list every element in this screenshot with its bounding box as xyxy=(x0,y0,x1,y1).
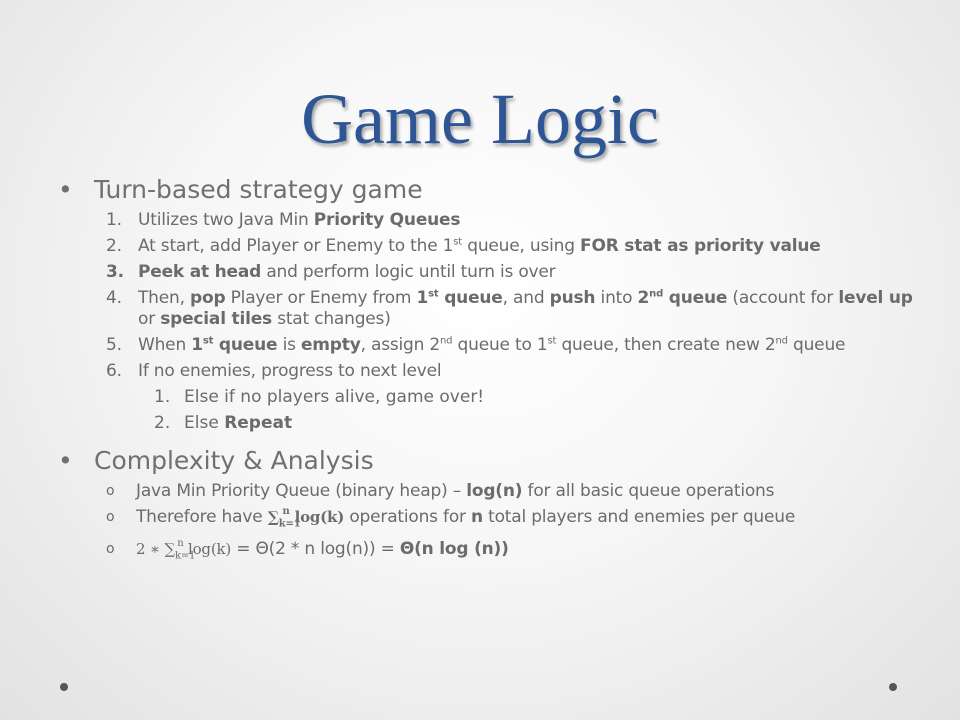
bullet-marker: • xyxy=(58,446,73,475)
text-segment: log(k) xyxy=(183,540,232,559)
text-segment: and perform logic until turn is over xyxy=(261,262,556,282)
list-marker: 3. xyxy=(106,262,124,282)
text-segment: stat changes) xyxy=(271,309,391,329)
list-marker: 6. xyxy=(106,361,122,381)
text-segment: is xyxy=(277,335,301,355)
text-segment: n xyxy=(471,507,483,527)
text-segment: 1 xyxy=(416,288,429,308)
text-segment: or xyxy=(138,309,161,329)
text-segment: st xyxy=(428,288,439,300)
list-item: 1. Utilizes two Java Min Priority Queues xyxy=(58,210,918,231)
text-segment: st xyxy=(202,335,214,347)
corner-dot-left xyxy=(60,683,68,691)
list-item: 2. At start, add Player or Enemy to the 1… xyxy=(58,236,918,257)
text-segment: queue xyxy=(213,335,278,355)
text-segment: Then, xyxy=(138,288,190,308)
text-segment: At start, add Player or Enemy to the 1 xyxy=(138,236,454,256)
text-segment: level up xyxy=(838,288,913,308)
text-segment: 2 ∗ ∑ xyxy=(136,540,175,559)
text-segment: for all basic queue operations xyxy=(522,481,775,501)
list-item: 1. Else if no players alive, game over! xyxy=(58,387,918,408)
text-segment: queue to 1 xyxy=(452,335,548,355)
list-marker: 2. xyxy=(106,236,122,256)
section-heading: Complexity & Analysis xyxy=(94,446,374,475)
text-segment: st xyxy=(453,236,463,248)
text-segment: , assign 2 xyxy=(360,335,441,355)
text-segment: = Θ(2 * n log(n)) = xyxy=(231,539,400,560)
list-item: o Java Min Priority Queue (binary heap) –… xyxy=(58,481,918,502)
text-segment: log(k) xyxy=(289,508,345,526)
list-marker: 4. xyxy=(106,288,122,308)
text-segment: Repeat xyxy=(224,413,293,433)
list-marker: o xyxy=(106,483,115,499)
slide-body: • Turn-based strategy game 1. Utilizes two … xyxy=(58,172,918,572)
section-bullet: • Turn-based strategy game xyxy=(58,174,918,206)
text-segment: Player or Enemy from xyxy=(225,288,417,308)
text-segment: operations for xyxy=(344,507,472,527)
list-marker: o xyxy=(106,509,115,525)
text-segment: Priority Queues xyxy=(313,210,461,230)
list-marker: 1. xyxy=(106,210,122,230)
list-item: 3. Peek at head and perform logic until t… xyxy=(58,262,918,283)
text-segment: empty xyxy=(300,335,361,355)
list-item: 6. If no enemies, progress to next level xyxy=(58,361,918,382)
section-heading: Turn-based strategy game xyxy=(94,175,423,204)
list-item: 2. Else Repeat xyxy=(58,413,918,434)
bullet-marker: • xyxy=(58,175,73,204)
text-segment: Utilizes two Java Min xyxy=(138,210,314,230)
list-marker: 2. xyxy=(154,413,171,433)
list-item: o Therefore have ∑k=1n log(k) operations … xyxy=(58,507,918,534)
text-segment: Peek at head xyxy=(138,262,262,282)
text-segment: queue xyxy=(663,288,728,308)
corner-dot-right xyxy=(889,683,897,691)
text-segment: FOR stat as priority value xyxy=(580,236,821,256)
text-segment: queue xyxy=(787,335,846,355)
text-segment: nd xyxy=(440,335,453,347)
text-segment: 1 xyxy=(191,335,203,355)
text-segment: pop xyxy=(190,288,226,308)
text-segment: into xyxy=(595,288,638,308)
text-segment: special tiles xyxy=(160,309,272,329)
text-segment: (account for xyxy=(727,288,839,308)
text-segment: queue, using xyxy=(462,236,581,256)
text-segment: Θ(n log (n)) xyxy=(399,539,509,560)
text-segment: Else xyxy=(184,413,225,433)
list-marker: o xyxy=(106,541,115,558)
text-segment: total players and enemies per queue xyxy=(482,507,796,527)
text-segment: queue xyxy=(438,288,503,308)
text-segment: Therefore have xyxy=(136,507,268,527)
text-segment: st xyxy=(547,335,557,347)
list-marker: 5. xyxy=(106,335,122,355)
text-segment: 2 xyxy=(637,288,650,308)
list-item: 5. When 1st queue is empty, assign 2nd qu… xyxy=(58,335,918,356)
text-segment: Else if no players alive, game over! xyxy=(184,387,485,407)
list-item: o2 ∗ ∑k=1n log(k) = Θ(2 * n log(n)) = Θ(… xyxy=(58,539,918,566)
list-item: 4. Then, pop Player or Enemy from 1st que… xyxy=(58,288,918,330)
text-segment: log(n) xyxy=(466,481,523,501)
text-segment: push xyxy=(549,288,596,308)
text-segment: nd xyxy=(775,335,789,347)
text-segment: If no enemies, progress to next level xyxy=(138,361,442,381)
text-segment: nd xyxy=(649,288,664,300)
slide-title: Game Logic xyxy=(301,79,659,159)
text-segment: Java Min Priority Queue (binary heap) – xyxy=(136,481,467,501)
text-segment: n xyxy=(282,506,290,517)
text-segment: When xyxy=(138,335,192,355)
list-marker: 1. xyxy=(154,387,171,407)
section-bullet: • Complexity & Analysis xyxy=(58,445,918,477)
text-segment: queue, then create new 2 xyxy=(556,335,776,355)
text-segment: , and xyxy=(502,288,550,308)
text-segment: ∑ xyxy=(267,508,279,526)
